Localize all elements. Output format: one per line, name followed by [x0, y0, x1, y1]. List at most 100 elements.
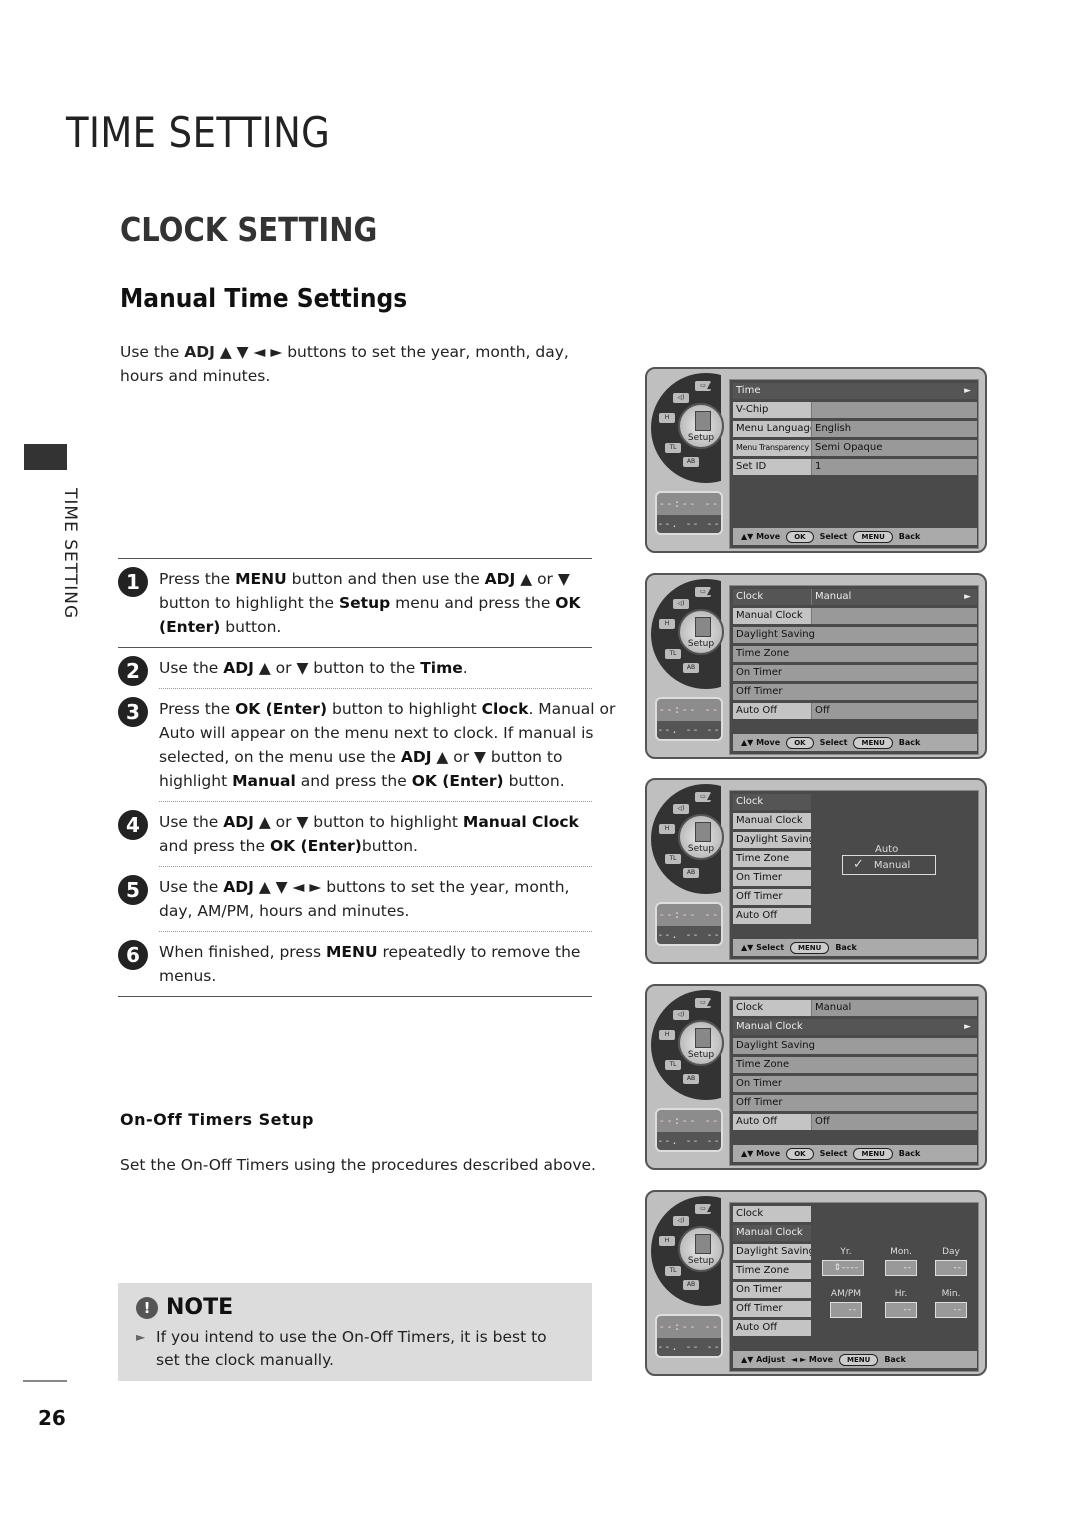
setup-knob-icon[interactable]: Setup — [678, 1226, 724, 1272]
menu-row[interactable]: Auto Off — [733, 1320, 977, 1336]
option-icon[interactable]: AB — [683, 1074, 699, 1084]
date-readout: --. -- ---- — [657, 1132, 721, 1150]
channel-icon[interactable]: H — [659, 413, 675, 423]
option-manual[interactable]: ✓ Manual — [842, 855, 936, 875]
menu-row-label: Auto Off — [733, 703, 811, 719]
field-label: Yr. — [840, 1247, 852, 1257]
help-text: ▲▼ Move — [741, 532, 781, 541]
menu-row[interactable]: Time Zone — [733, 1057, 977, 1073]
help-text: ◄ ► Move — [791, 1355, 834, 1364]
menu-row[interactable]: Menu Language English — [733, 421, 977, 437]
audio-icon[interactable]: ◁) — [673, 804, 689, 814]
option-icon[interactable]: AB — [683, 663, 699, 673]
down-arrow-icon: ▼ — [707, 864, 714, 874]
menu-row-label: Clock — [733, 794, 811, 810]
option-icon[interactable]: AB — [683, 457, 699, 467]
note-text: ► If you intend to use the On-Off Timers,… — [136, 1328, 547, 1369]
channel-icon[interactable]: H — [659, 1236, 675, 1246]
menu-row-label: V-Chip — [733, 402, 811, 418]
audio-icon[interactable]: ◁) — [673, 599, 689, 609]
date-readout: --. -- ---- — [657, 926, 721, 944]
audio-icon[interactable]: ◁) — [673, 1010, 689, 1020]
time-icon[interactable]: TL — [665, 649, 681, 659]
menu-row[interactable]: Daylight Saving — [733, 832, 977, 848]
menu-row-label: Auto Off — [733, 1114, 811, 1130]
menu-row[interactable]: Clock Manual — [733, 1000, 977, 1016]
menu-row-value: Off — [811, 703, 977, 719]
menu-row[interactable]: Manual Clock ► — [733, 1019, 977, 1035]
arrow-icons: ▲ ▼ ◄ ► — [214, 343, 288, 361]
menu-row[interactable]: On Timer — [733, 665, 977, 681]
right-arrow-icon: ► — [964, 1022, 971, 1032]
down-arrow-icon: ▼ — [707, 1070, 714, 1080]
field-input[interactable]: -- — [830, 1302, 862, 1318]
menu-row[interactable]: Off Timer — [733, 684, 977, 700]
field-label: AM/PM — [830, 1289, 862, 1299]
menu-row[interactable]: Manual Clock — [733, 1225, 977, 1241]
menu-row[interactable]: Clock — [733, 1206, 977, 1222]
menu-row[interactable]: Daylight Saving — [733, 627, 977, 643]
option-icon[interactable]: AB — [683, 868, 699, 878]
divider — [118, 996, 592, 997]
field-input[interactable]: -- — [885, 1260, 917, 1276]
menu-row[interactable]: Daylight Saving — [733, 1038, 977, 1054]
setup-knob-icon[interactable]: Setup — [678, 403, 724, 449]
menu-row[interactable]: Manual Clock — [733, 608, 977, 624]
menu-row[interactable]: Auto Off — [733, 908, 977, 924]
step-number-icon: 3 — [118, 697, 148, 727]
menu-row[interactable]: Off Timer — [733, 889, 977, 905]
menu-row[interactable]: Time ► — [733, 383, 977, 399]
down-arrow-icon: ▼ — [707, 1276, 714, 1286]
menu-row-label: Time Zone — [733, 646, 977, 662]
step-keyword: Clock — [481, 700, 529, 718]
option-auto[interactable]: Auto — [875, 844, 898, 855]
channel-icon[interactable]: H — [659, 1030, 675, 1040]
channel-icon[interactable]: H — [659, 824, 675, 834]
time-readout: --:-- -- — [658, 497, 720, 510]
menu-panel: Clock Manual Clock Daylight Saving Time Zon… — [729, 790, 979, 960]
step-keyword: OK (Enter) — [235, 700, 328, 718]
help-text: ▲▼ Select — [741, 943, 785, 952]
field-input[interactable]: -- — [935, 1260, 967, 1276]
menu-row[interactable]: Menu Transparency Semi Opaque — [733, 440, 977, 456]
note-title: NOTE — [166, 1295, 234, 1320]
up-arrow-icon: ▲ — [707, 1204, 714, 1214]
menu-row[interactable]: Clock Manual ► — [733, 589, 977, 605]
down-arrow-icon: ▼ — [707, 453, 714, 463]
help-text: Back — [898, 532, 921, 541]
menu-row-label: Auto Off — [733, 908, 811, 924]
setup-knob-icon[interactable]: Setup — [678, 609, 724, 655]
audio-icon[interactable]: ◁) — [673, 393, 689, 403]
field-input[interactable]: -- — [935, 1302, 967, 1318]
field-input[interactable]: ⇕---- — [822, 1260, 864, 1276]
audio-icon[interactable]: ◁) — [673, 1216, 689, 1226]
time-icon[interactable]: TL — [665, 1060, 681, 1070]
menu-row[interactable]: V-Chip — [733, 402, 977, 418]
up-arrow-icon: ▲ — [707, 792, 714, 802]
option-icon[interactable]: AB — [683, 1280, 699, 1290]
menu-row[interactable]: Off Timer — [733, 1095, 977, 1111]
up-arrow-icon: ▲ — [707, 998, 714, 1008]
menu-row-label: On Timer — [733, 665, 977, 681]
time-icon[interactable]: TL — [665, 1266, 681, 1276]
setup-knob-icon[interactable]: Setup — [678, 814, 724, 860]
menu-row[interactable]: Auto Off Off — [733, 1114, 977, 1130]
step-text: button and then use the — [286, 570, 485, 588]
menu-row[interactable]: Manual Clock — [733, 813, 977, 829]
step-keyword: OK (Enter) — [269, 837, 362, 855]
menu-row[interactable]: On Timer — [733, 1076, 977, 1092]
menu-row[interactable]: Time Zone — [733, 646, 977, 662]
menu-row-label: Auto Off — [733, 1320, 811, 1336]
menu-row-value: Semi Opaque — [811, 440, 977, 456]
time-icon[interactable]: TL — [665, 854, 681, 864]
menu-row[interactable]: Auto Off Off — [733, 703, 977, 719]
channel-icon[interactable]: H — [659, 619, 675, 629]
setup-knob-icon[interactable]: Setup — [678, 1020, 724, 1066]
help-text: ▲▼ Move — [741, 1149, 781, 1158]
menu-row-value — [811, 813, 977, 829]
field-input[interactable]: -- — [885, 1302, 917, 1318]
menu-row[interactable]: Clock — [733, 794, 977, 810]
time-icon[interactable]: TL — [665, 443, 681, 453]
menu-row[interactable]: Set ID 1 — [733, 459, 977, 475]
step-keyword: ADJ — [484, 570, 516, 588]
